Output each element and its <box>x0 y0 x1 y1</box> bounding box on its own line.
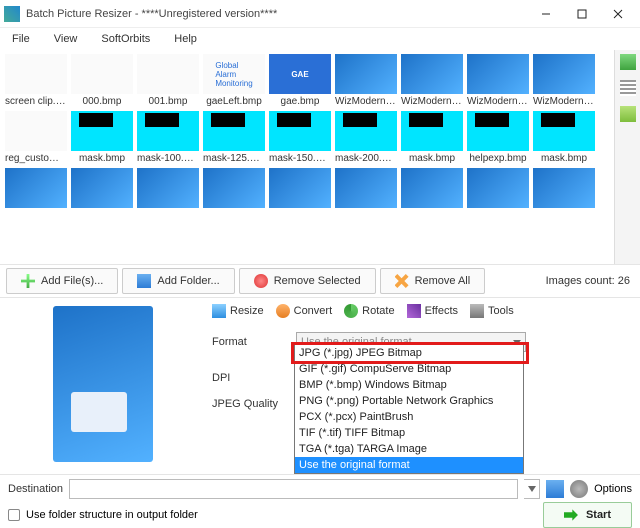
destination-input[interactable] <box>69 479 518 499</box>
use-folder-structure-label: Use folder structure in output folder <box>26 509 198 521</box>
format-option[interactable]: TGA (*.tga) TARGA Image <box>295 441 523 457</box>
format-option[interactable]: Use the original format <box>295 457 523 473</box>
side-view-tools <box>614 50 640 264</box>
menu-softorbits[interactable]: SoftOrbits <box>93 31 158 47</box>
thumbnail-item[interactable] <box>268 168 332 210</box>
lower-panel: Resize Convert Rotate Effects Tools Form… <box>0 298 640 474</box>
arrow-right-icon <box>564 508 578 522</box>
plus-icon <box>21 274 35 288</box>
resize-icon <box>212 304 226 318</box>
browse-folder-button[interactable] <box>546 480 564 498</box>
format-dropdown-list[interactable]: JPG (*.jpg) JPEG BitmapGIF (*.gif) Compu… <box>294 344 524 474</box>
preview-image <box>53 306 153 462</box>
convert-icon <box>276 304 290 318</box>
destination-label: Destination <box>8 483 63 495</box>
options-label[interactable]: Options <box>594 483 632 495</box>
thumbnail-item[interactable]: WizModernIma... <box>334 54 398 107</box>
maximize-button[interactable] <box>564 2 600 26</box>
view-large-icon[interactable] <box>620 54 636 70</box>
tab-strip: Resize Convert Rotate Effects Tools <box>212 300 634 322</box>
tab-rotate[interactable]: Rotate <box>344 304 394 318</box>
settings-panel: Resize Convert Rotate Effects Tools Form… <box>206 298 640 474</box>
menu-view[interactable]: View <box>46 31 86 47</box>
menu-file[interactable]: File <box>4 31 38 47</box>
tab-effects[interactable]: Effects <box>407 304 458 318</box>
view-list-icon[interactable] <box>620 80 636 96</box>
thumbnail-item[interactable] <box>202 168 266 210</box>
thumbnail-item[interactable]: WizModernSm... <box>532 54 596 107</box>
thumbnail-item[interactable]: helpexp.bmp <box>466 111 530 164</box>
content-area: screen clip.bmp000.bmp001.bmpGlobal Alar… <box>0 50 640 264</box>
add-folder-button[interactable]: Add Folder... <box>122 268 234 294</box>
thumbnail-item[interactable]: GAEgae.bmp <box>268 54 332 107</box>
thumbnail-item[interactable] <box>466 168 530 210</box>
use-folder-structure-checkbox[interactable] <box>8 509 20 521</box>
format-option[interactable]: BMP (*.bmp) Windows Bitmap <box>295 377 523 393</box>
tab-resize[interactable]: Resize <box>212 304 264 318</box>
remove-all-button[interactable]: Remove All <box>380 268 486 294</box>
thumbnail-item[interactable]: mask-125.bmp <box>202 111 266 164</box>
menu-help[interactable]: Help <box>166 31 205 47</box>
dpi-label: DPI <box>212 372 286 384</box>
remove-selected-button[interactable]: Remove Selected <box>239 268 376 294</box>
start-button[interactable]: Start <box>543 502 632 528</box>
thumbnail-item[interactable]: 000.bmp <box>70 54 134 107</box>
destination-bar: Destination Options <box>0 474 640 502</box>
thumbnail-item[interactable]: WizModernIma... <box>400 54 464 107</box>
thumbnail-item[interactable]: screen clip.bmp <box>4 54 68 107</box>
view-grid-icon[interactable] <box>620 106 636 122</box>
folder-icon <box>137 274 151 288</box>
close-button[interactable] <box>600 2 636 26</box>
format-label: Format <box>212 336 286 348</box>
thumbnail-gallery[interactable]: screen clip.bmp000.bmp001.bmpGlobal Alar… <box>0 50 614 264</box>
jpeg-quality-label: JPEG Quality <box>212 398 286 410</box>
format-option[interactable]: TIF (*.tif) TIFF Bitmap <box>295 425 523 441</box>
thumbnail-item[interactable]: reg_custom_ba... <box>4 111 68 164</box>
tools-icon <box>470 304 484 318</box>
thumbnail-item[interactable] <box>136 168 200 210</box>
minimize-button[interactable] <box>528 2 564 26</box>
menubar: File View SoftOrbits Help <box>0 28 640 50</box>
destination-dropdown-button[interactable] <box>524 479 540 499</box>
thumbnail-item[interactable]: mask.bmp <box>532 111 596 164</box>
app-icon <box>4 6 20 22</box>
footer-bar: Use folder structure in output folder St… <box>0 502 640 528</box>
x-icon <box>395 274 409 288</box>
preview-pane <box>0 298 206 474</box>
minus-icon <box>254 274 268 288</box>
thumbnail-item[interactable] <box>334 168 398 210</box>
rotate-icon <box>344 304 358 318</box>
thumbnail-item[interactable]: WizModernSm... <box>466 54 530 107</box>
titlebar: Batch Picture Resizer - ****Unregistered… <box>0 0 640 28</box>
window-title: Batch Picture Resizer - ****Unregistered… <box>26 8 528 20</box>
format-option[interactable]: PCX (*.pcx) PaintBrush <box>295 409 523 425</box>
thumbnail-item[interactable]: mask.bmp <box>70 111 134 164</box>
tab-tools[interactable]: Tools <box>470 304 514 318</box>
thumbnail-item[interactable]: Global Alarm MonitoringgaeLeft.bmp <box>202 54 266 107</box>
effects-icon <box>407 304 421 318</box>
thumbnail-item[interactable]: mask-200.bmp <box>334 111 398 164</box>
thumbnail-item[interactable] <box>532 168 596 210</box>
thumbnail-item[interactable] <box>400 168 464 210</box>
options-gear-icon[interactable] <box>570 480 588 498</box>
action-toolbar: Add File(s)... Add Folder... Remove Sele… <box>0 264 640 298</box>
format-option[interactable]: PNG (*.png) Portable Network Graphics <box>295 393 523 409</box>
thumbnail-item[interactable]: 001.bmp <box>136 54 200 107</box>
tab-convert[interactable]: Convert <box>276 304 333 318</box>
thumbnail-item[interactable]: mask.bmp <box>400 111 464 164</box>
thumbnail-item[interactable]: mask-150.bmp <box>268 111 332 164</box>
format-option[interactable]: JPG (*.jpg) JPEG Bitmap <box>295 345 523 361</box>
add-files-button[interactable]: Add File(s)... <box>6 268 118 294</box>
format-option[interactable]: GIF (*.gif) CompuServe Bitmap <box>295 361 523 377</box>
thumbnail-item[interactable]: mask-100.bmp <box>136 111 200 164</box>
thumbnail-item[interactable] <box>70 168 134 210</box>
images-count-label: Images count: 26 <box>546 275 634 287</box>
thumbnail-item[interactable] <box>4 168 68 210</box>
